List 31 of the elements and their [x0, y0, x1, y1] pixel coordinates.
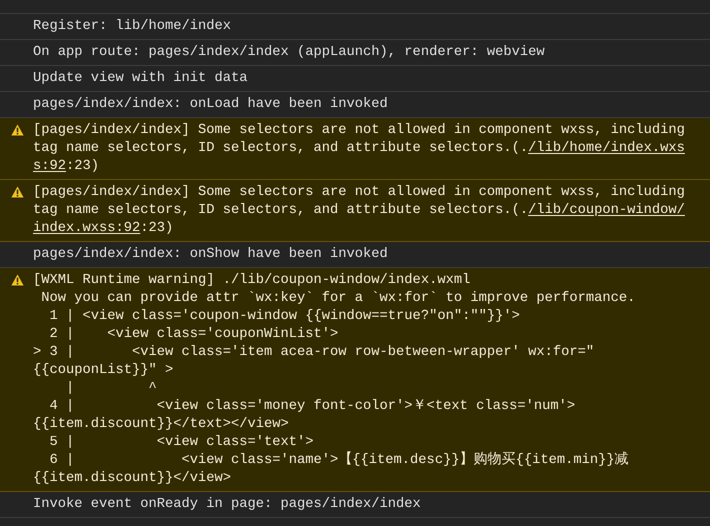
- log-text: Register: lib/home/index: [33, 19, 232, 34]
- log-text: 1 | <view class='coupon-window {{window==true?"on":""}}'>: [48, 309, 520, 324]
- log-text: [WXML Runtime warning] ./lib/coupon-window/index.wxml: [33, 273, 470, 288]
- file-link[interactable]: index.wxss:92: [33, 221, 140, 236]
- log-text: 5 | <view class='text'>: [48, 435, 314, 450]
- log-text: pages/index/index: onShow have been invoked: [33, 247, 388, 262]
- log-text: :23): [66, 159, 100, 174]
- log-text: Invoke event onReady in page: pages/index/index: [33, 497, 421, 512]
- log-text: [pages/index/index] Some selectors are not allowed in component wxss, including: [33, 185, 685, 200]
- log-text: Now you can provide attr `wx:key` for a `wx:for` to improve performance.: [40, 291, 636, 306]
- log-text: 4 | <view class='money font-color'>￥<text class='num'>: [48, 399, 576, 414]
- log-text: {{item.discount}}</view>: [33, 471, 232, 486]
- file-link[interactable]: /lib/coupon-window/: [528, 203, 685, 218]
- log-text: [pages/index/index] Some selectors are not allowed in component wxss, including: [33, 123, 685, 138]
- log-text: tag name selectors, ID selectors, and attribute selectors.(.: [33, 141, 528, 156]
- log-text: > 3 | <view class='item acea-row row-between-wrapper' wx:for=": [33, 345, 594, 360]
- log-text: :23): [140, 221, 174, 236]
- log-text: On app route: pages/index/index (appLaunch), renderer: webview: [33, 45, 545, 60]
- log-text: tag name selectors, ID selectors, and attribute selectors.(.: [33, 203, 528, 218]
- log-text: 6 | <view class='name'>【{{item.desc}}】购物买{{item.min}}减: [48, 453, 629, 468]
- log-text: {{couponList}}" >: [33, 363, 174, 378]
- file-link[interactable]: s:92: [33, 159, 66, 174]
- file-link[interactable]: /lib/home/index.wxs: [528, 141, 685, 156]
- warning-icon: [11, 274, 24, 286]
- log-text: pages/index/index: onLoad have been invoked: [33, 97, 388, 112]
- warning-icon: [11, 124, 24, 136]
- log-text: 2 | <view class='couponWinList'>: [48, 327, 338, 342]
- log-text: | ^: [65, 381, 157, 396]
- log-text: {{item.discount}}</text></view>: [33, 417, 289, 432]
- log-text: Update view with init data: [33, 71, 248, 86]
- warning-icon: [11, 186, 24, 198]
